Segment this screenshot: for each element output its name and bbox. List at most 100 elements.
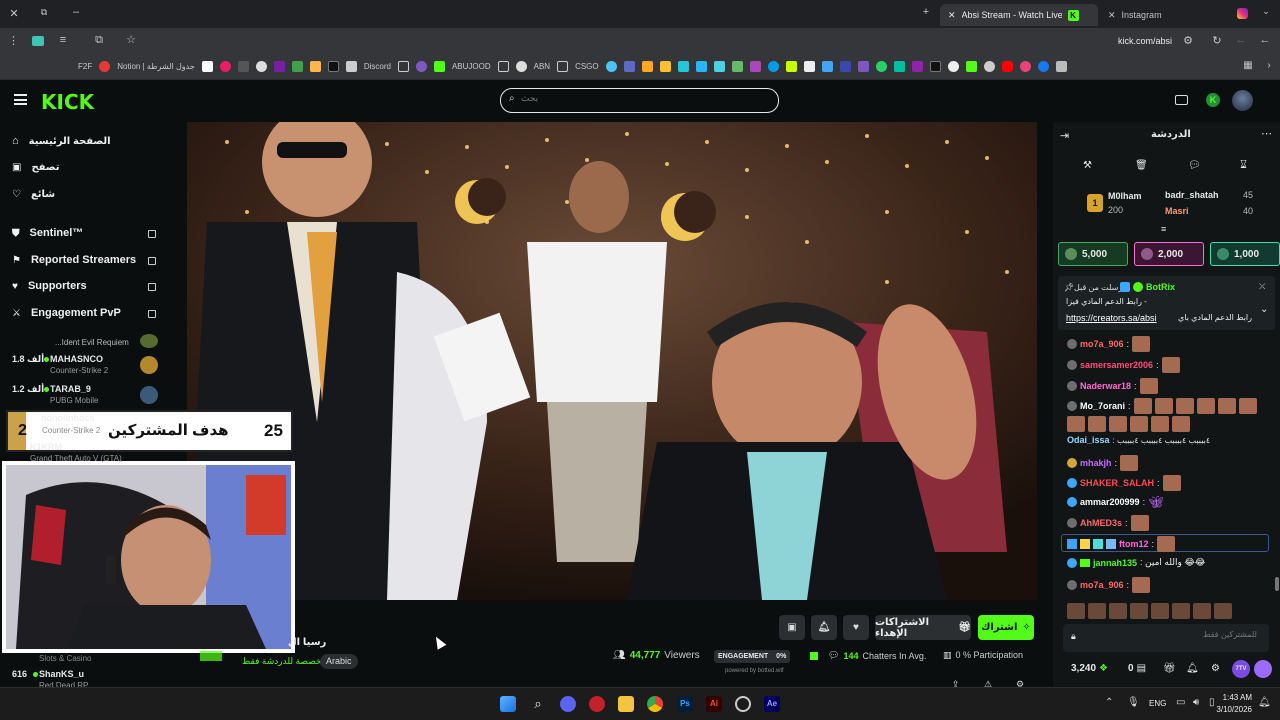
open-external-icon[interactable] [148,230,156,238]
chat-message[interactable]: samersamer2006: [1067,357,1180,373]
facebook-icon[interactable] [1037,61,1049,72]
bookmark-icon[interactable] [983,61,995,72]
nav-browse[interactable]: ▣ تصفح [12,162,59,173]
emote-picker-icon[interactable] [1254,660,1272,678]
menu-dots-icon[interactable]: ⋮ [8,34,19,47]
site-settings-icon[interactable]: ⚙ [1182,34,1194,47]
bookmark-icon[interactable] [713,61,725,72]
ext-supporters[interactable]: ♥ Supporters [12,280,87,292]
tab-list-chevron-icon[interactable]: ⌄ [1260,6,1272,17]
chat-message[interactable]: SHAKER_SALAH: [1067,475,1181,491]
bookmark-icon[interactable] [291,61,303,72]
tab-instagram[interactable]: ✕ Instagram [1100,4,1250,26]
mod-tools-icon[interactable]: ⚒ [1083,160,1092,171]
chat-username[interactable]: Mo_7orani [1080,401,1125,411]
bookmark-abujood[interactable]: ABUJOOD [452,62,491,71]
kick-logo[interactable]: KICK [41,90,94,114]
search-input[interactable] [521,94,761,104]
bookmark-icon[interactable] [695,61,707,72]
chat-menu-icon[interactable]: ⋯ [1261,127,1272,140]
leader-name[interactable]: Masri [1165,206,1189,216]
chat-message[interactable]: Odai_issa : ٤ببببب ٤ببببب ٤ببببب ٤ببببب [1067,435,1210,445]
chat-username[interactable]: samersamer2006 [1080,360,1153,370]
bookmark-icon[interactable] [749,61,761,72]
bookmark-icon[interactable] [803,61,815,72]
video-player[interactable] [187,122,1037,600]
trash-icon[interactable]: 🗑︎ [1135,160,1148,171]
bookmark-icon[interactable] [821,61,833,72]
gift-icon[interactable]: 🎁︎ [1163,663,1176,674]
chat-username[interactable]: ftom12 [1119,539,1149,549]
network-icon[interactable]: ▭ [1176,697,1185,708]
chat-username[interactable]: jannah135 [1093,558,1137,568]
subscribe-button[interactable]: اشتراك ✧ [978,615,1034,640]
bookmark-icon[interactable] [893,61,905,72]
tab-search-icon[interactable]: ⧉ [38,7,50,18]
kick-bookmark-icon[interactable] [965,61,977,72]
chat-message[interactable] [1067,416,1190,432]
app-icon[interactable] [589,696,605,712]
language-indicator[interactable]: ENG [1149,699,1166,708]
bookmark-icon[interactable] [255,61,267,72]
after-effects-icon[interactable]: Ae [764,696,780,712]
hamburger-menu-icon[interactable] [14,94,27,105]
photoshop-icon[interactable]: Ps [677,696,693,712]
chat-message[interactable]: mhakjh: [1067,455,1139,471]
clip-button[interactable]: ▣ [779,615,805,640]
streamer-item[interactable]: 1.8 ألف MAHASNCO Counter-Strike 2 [0,352,170,378]
notifications-button[interactable]: 🔔︎ [811,615,837,640]
bookmark-icon[interactable] [309,61,321,72]
chat-message[interactable]: AhMED3s: [1067,515,1149,531]
bookmark-icon[interactable] [515,61,527,72]
new-tab-icon[interactable]: + [920,6,932,18]
bookmark-icon[interactable] [623,61,635,72]
folder-icon[interactable] [557,61,569,72]
leader-name[interactable]: M0lham [1108,191,1142,201]
chat-input-box[interactable]: 🔒︎ [1063,624,1269,652]
filter-icon[interactable]: ≡ [57,34,69,46]
gift-tier[interactable]: 1,000 [1210,242,1280,266]
bookmark-icon[interactable] [345,61,357,72]
nav-home[interactable]: ⌂ الصفحة الرئيسية [12,135,111,147]
chat-message[interactable]: mo7a_906: [1067,577,1151,593]
gift-tier[interactable]: 2,000 [1134,242,1204,266]
extensions-icon[interactable]: ⧉ [93,34,105,47]
notifications-icon[interactable]: 🔔︎ [1258,697,1271,708]
ext-engagement-pvp[interactable]: ⚔ Engagement PvP [12,307,121,319]
chat-message[interactable]: Naderwar18: [1067,378,1158,394]
bookmark-notion[interactable]: Notion | جدول الشرطة [117,62,195,71]
bookmark-icon[interactable] [659,61,671,72]
chat-message[interactable]: jannah135 : والله امين 😂😂 [1067,557,1205,568]
telegram-icon[interactable] [767,61,779,72]
channel-points[interactable]: 3,240 ❖ [1071,663,1108,674]
chat-username[interactable]: mo7a_906 [1080,580,1124,590]
chevron-down-icon[interactable]: ⌄ [1260,304,1268,315]
bookmark-discord[interactable]: Discord [364,62,391,71]
minimize-icon[interactable]: – [70,6,82,18]
bookmark-icon[interactable] [219,61,231,72]
search-box[interactable]: ⌕ [500,88,779,113]
bookmark-icon[interactable] [273,61,285,72]
chat-username[interactable]: Naderwar18 [1080,381,1131,391]
ext-sentinel[interactable]: ⛊ Sentinel™ [12,227,83,239]
expand-leaderboard-icon[interactable]: ≡ [1161,224,1166,234]
start-icon[interactable] [500,696,516,712]
settings-icon[interactable]: ⚙ [1211,663,1220,674]
leader-name[interactable]: badr_shatah [1165,190,1219,200]
chat-username[interactable]: SHAKER_SALAH [1080,478,1154,488]
chat-username[interactable]: Odai_issa [1067,435,1110,445]
pinned-link[interactable]: https://creators.sa/absi [1066,313,1157,323]
pinned-message[interactable]: 📌︎ أرسلت من قبل BotRix ⤫ رابط الدعم الما… [1058,276,1275,330]
discord-icon[interactable] [560,696,576,712]
chat-username[interactable]: ammar200999 [1080,497,1140,507]
back-icon[interactable]: ← [1259,34,1271,46]
bell-icon[interactable]: 🔔︎ [1186,663,1199,674]
bookmark-icon[interactable] [785,61,797,72]
chat-message[interactable]: mo7a_906: [1067,336,1151,352]
folder-icon[interactable] [497,61,509,72]
address-bar-url[interactable]: kick.com/absi [1118,36,1172,46]
search-icon[interactable]: ⌕ [530,696,546,712]
nav-following[interactable]: ♡ شائع [12,189,55,200]
bookmark-icon[interactable] [1019,61,1031,72]
open-external-icon[interactable] [148,257,156,265]
